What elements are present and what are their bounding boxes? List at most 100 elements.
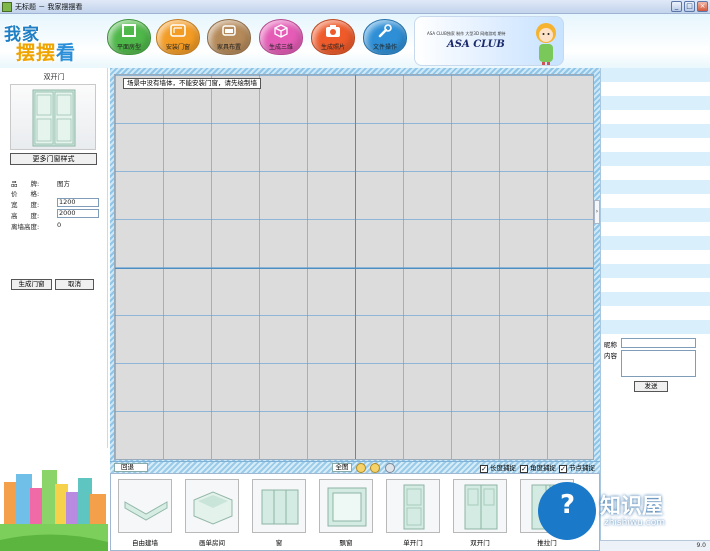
component-label: 飘窗 [339,539,353,547]
prop-brand: 品 牌: 图方 [11,178,70,188]
square-icon [122,24,136,37]
maximize-button[interactable]: □ [684,1,695,12]
tool-label: 生成三维 [268,44,293,51]
component-thumbnail [386,479,440,533]
double-door-icon [464,484,498,530]
checkbox-box[interactable]: ✓ [480,465,488,473]
minimize-button[interactable]: _ [671,1,682,12]
cartoon-city-decoration [0,448,108,551]
banner-subtext: ASA CLUB独家 制作 大型3D 网络游戏 期待 [427,31,506,36]
single-door-icon [403,484,425,530]
logo-text-bottom: 摆摆看 [16,38,76,65]
component-window[interactable]: 窗 [249,478,307,548]
pan-hand-icon[interactable] [385,463,395,473]
component-label: 窗 [275,539,283,547]
double-door-icon [32,89,76,147]
checkbox-label: 节点捕捉 [569,464,595,472]
angle-snap-checkbox[interactable]: ✓ 角度捕捉 [520,463,556,473]
length-snap-checkbox[interactable]: ✓ 长度捕捉 [480,463,516,473]
component-library: 自由建墙 画单房间 窗 飘窗 单开门 双开门 推拉门 [110,473,600,551]
prop-price: 价 格: [11,188,41,198]
component-free-wall[interactable]: 自由建墙 [115,478,173,548]
checkbox-box[interactable]: ✓ [559,465,567,473]
main-toolbar: 我家 摆摆看 平面房型 安装门窗 家具布置 生成三维 生成照片 文件操作 ASA… [0,14,710,68]
tool-3d-button[interactable]: 生成三维 [258,18,306,66]
component-thumbnail [118,479,172,533]
app-icon [2,2,12,12]
content-label: 内容 [604,352,617,360]
prop-label: 宽 度: [11,201,40,209]
tool-label: 文件操作 [372,44,397,51]
window-title: 无标题 － 我家摆摆看 [15,3,83,11]
component-double-door[interactable]: 双开门 [450,478,508,548]
cancel-button[interactable]: 取消 [55,279,94,290]
component-thumbnail [453,479,507,533]
tool-furniture-button[interactable]: 家具布置 [206,18,254,66]
zoom-out-icon[interactable] [370,463,380,473]
status-corner-text: 9.0 [696,542,706,549]
nickname-label: 昵称 [604,341,617,349]
node-snap-checkbox[interactable]: ✓ 节点捕捉 [559,463,595,473]
send-button[interactable]: 发送 [634,381,668,392]
status-bar: 9.0 [600,540,710,551]
logo-text-bottom-a: 摆摆 [16,42,57,64]
prop-label: 品 牌: [11,180,40,188]
component-single-room[interactable]: 画单房间 [182,478,240,548]
prop-width: 宽 度: 1200 [11,198,99,209]
tool-label: 平面房型 [116,44,141,51]
cube-icon [274,24,288,38]
fit-all-button[interactable]: 全图 [332,463,352,472]
tool-floor-plan-button[interactable]: 平面房型 [106,18,154,66]
tool-photo-button[interactable]: 生成照片 [310,18,358,66]
zoom-in-icon[interactable] [356,463,366,473]
component-label: 双开门 [470,539,490,547]
component-single-door[interactable]: 单开门 [383,478,441,548]
elevation-value[interactable]: 0 [57,221,61,229]
prop-value: 图方 [57,180,70,188]
prop-label: 价 格: [11,190,40,198]
watermark-name: 知识屋 [600,494,663,518]
canvas-axis-vertical [355,75,356,459]
logo-text-bottom-b: 看 [56,42,77,64]
floor-plan-canvas-frame: 场景中没有墙体，不能安装门窗，请先绘制墙 [110,68,600,463]
frame-icon [170,24,186,37]
nickname-input[interactable] [621,338,696,348]
camera-icon [326,25,340,37]
width-input[interactable]: 1200 [57,198,99,207]
prop-elevation: 离墙高度: 0 [11,221,61,231]
component-label: 自由建墙 [132,539,158,547]
wall-icon [124,501,168,521]
more-styles-button[interactable]: 更多门窗样式 [10,153,97,165]
zhishiwu-watermark: ? 知识屋 zhishiwu.com [538,482,698,540]
undo-button[interactable]: 回退 [114,463,148,472]
close-button[interactable]: × [697,1,708,12]
tool-install-doors-button[interactable]: 安装门窗 [155,18,203,66]
door-preview-image [10,84,96,150]
checkbox-label: 长度捕捉 [490,464,516,472]
window-controls: _ □ × [671,1,708,12]
tool-file-button[interactable]: 文件操作 [362,18,410,66]
checkbox-box[interactable]: ✓ [520,465,528,473]
component-thumbnail [185,479,239,533]
watermark-url: zhishiwu.com [604,518,665,528]
tool-label: 生成照片 [320,44,345,51]
banner-title: ASA CLUB [447,39,505,50]
app-logo: 我家 摆摆看 [2,18,102,66]
prop-label: 离墙高度: [11,223,40,231]
sofa-icon [222,25,236,36]
prop-label: 高 度: [11,212,40,220]
component-bay-window[interactable]: 飘窗 [316,478,374,548]
prop-height: 高 度: 2000 [11,209,99,220]
floor-plan-canvas[interactable]: 场景中没有墙体，不能安装门窗，请先绘制墙 [114,74,594,460]
component-thumbnail [319,479,373,533]
height-input[interactable]: 2000 [57,209,99,218]
asa-club-banner[interactable]: ASA CLUB独家 制作 大型3D 网络游戏 期待 ASA CLUB [414,16,564,66]
door-properties-panel: 双开门 更多门窗样式 品 牌: 图方 价 格: 宽 度: 1200 高 度: 2… [0,68,108,551]
canvas-axis-horizontal [115,268,593,269]
tool-label: 安装门窗 [165,44,190,51]
cartoon-girl-image [536,23,556,65]
content-textarea[interactable] [621,350,696,377]
component-thumbnail [252,479,306,533]
generate-door-button[interactable]: 生成门窗 [11,279,52,290]
room-icon [193,491,233,525]
